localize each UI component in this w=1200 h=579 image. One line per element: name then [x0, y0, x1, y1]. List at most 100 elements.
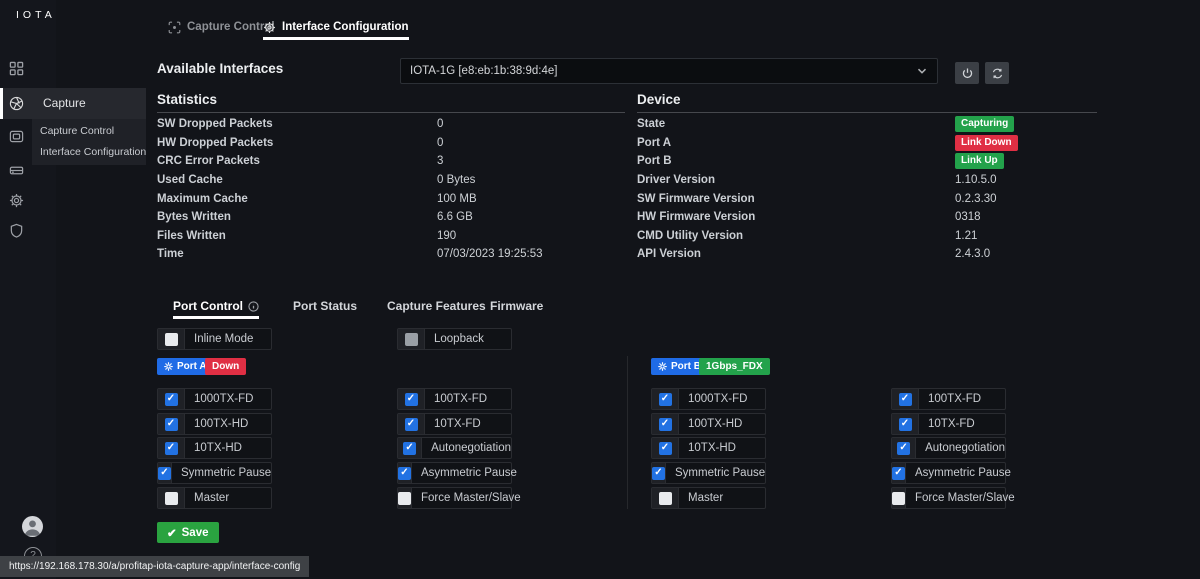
checkbox[interactable]: ✓	[398, 492, 411, 505]
stat-row: CRC Error Packets3	[157, 152, 625, 171]
checkbox[interactable]: ✓	[899, 393, 912, 406]
checkbox[interactable]: ✓	[405, 418, 418, 431]
active-indicator	[0, 88, 3, 119]
option-b-asymmetric-pause[interactable]: ✓Asymmetric Pause	[891, 462, 1006, 484]
check-icon: ✓	[405, 443, 413, 453]
save-button[interactable]: ✔ Save	[157, 522, 219, 543]
option-a-1000tx-fd[interactable]: ✓1000TX-FD	[157, 388, 272, 410]
stat-row: Bytes Written6.6 GB	[157, 208, 625, 227]
checkbox[interactable]: ✓	[405, 333, 418, 346]
check-icon: ✓	[400, 468, 408, 478]
storage-drive-icon[interactable]	[9, 163, 24, 178]
option-b-force-master-slave[interactable]: ✓Force Master/Slave	[891, 487, 1006, 509]
capture-aperture-icon	[9, 96, 24, 111]
option-a-symmetric-pause[interactable]: ✓Symmetric Pause	[157, 462, 272, 484]
submenu-item-capture-control[interactable]: Capture Control	[32, 121, 146, 142]
apps-grid-icon[interactable]	[9, 61, 24, 76]
interface-select[interactable]: IOTA-1G [e8:eb:1b:38:9d:4e]	[400, 58, 938, 84]
device-row: SW Firmware Version0.2.3.30	[637, 189, 1097, 208]
tab-capture-control[interactable]: Capture Control	[168, 17, 275, 37]
checkbox[interactable]: ✓	[165, 492, 178, 505]
option-b-10tx-fd[interactable]: ✓10TX-FD	[891, 413, 1006, 435]
checkbox[interactable]: ✓	[659, 393, 672, 406]
device-row: Driver Version1.10.5.0	[637, 171, 1097, 190]
check-icon: ✓	[167, 419, 175, 429]
option-b-1000tx-fd[interactable]: ✓1000TX-FD	[651, 388, 766, 410]
refresh-button[interactable]	[985, 62, 1009, 84]
device-row: API Version2.4.3.0	[637, 245, 1097, 264]
port-b-status-badge: 1Gbps_FDX	[699, 358, 770, 375]
check-icon: ✓	[901, 394, 909, 404]
tab-firmware[interactable]: Firmware	[490, 296, 543, 316]
check-icon: ✓	[160, 468, 168, 478]
tab-port-control[interactable]: Port Control	[173, 296, 259, 319]
check-icon: ✓	[407, 419, 415, 429]
option-a-force-master-slave[interactable]: ✓Force Master/Slave	[397, 487, 512, 509]
option-a-10tx-hd[interactable]: ✓10TX-HD	[157, 437, 272, 459]
check-icon: ✓	[654, 468, 662, 478]
option-loopback[interactable]: ✓ Loopback	[397, 328, 512, 350]
checkbox[interactable]: ✓	[165, 393, 178, 406]
tab-capture-features[interactable]: Capture Features	[387, 296, 486, 316]
option-a-autonegotiation[interactable]: ✓Autonegotiation	[397, 437, 512, 459]
option-a-asymmetric-pause[interactable]: ✓Asymmetric Pause	[397, 462, 512, 484]
app-window: IOTA	[0, 0, 1200, 579]
device-title: Device	[637, 92, 1097, 113]
link-preview-statusbar: https://192.168.178.30/a/profitap-iota-c…	[0, 556, 309, 577]
user-avatar[interactable]	[22, 516, 43, 537]
checkbox[interactable]: ✓	[659, 492, 672, 505]
checkbox[interactable]: ✓	[165, 442, 178, 455]
sidebar-item-capture[interactable]: Capture	[0, 88, 146, 119]
checkbox[interactable]: ✓	[165, 418, 178, 431]
screen-icon[interactable]	[9, 129, 24, 144]
checkbox[interactable]: ✓	[899, 418, 912, 431]
tab-port-status[interactable]: Port Status	[293, 296, 357, 316]
status-badge: Capturing	[955, 116, 1014, 132]
power-button[interactable]	[955, 62, 979, 84]
option-b-autonegotiation[interactable]: ✓Autonegotiation	[891, 437, 1006, 459]
ports-divider	[627, 356, 628, 509]
option-b-master[interactable]: ✓Master	[651, 487, 766, 509]
device-row: StateCapturing	[637, 115, 1097, 134]
check-icon: ✓	[661, 443, 669, 453]
checkbox[interactable]: ✓	[659, 418, 672, 431]
gear-icon	[658, 362, 667, 371]
option-b-100tx-fd[interactable]: ✓100TX-FD	[891, 388, 1006, 410]
capture-submenu: Capture Control Interface Configuration	[32, 119, 146, 165]
checkbox[interactable]: ✓	[403, 442, 416, 455]
check-icon: ✓	[407, 394, 415, 404]
security-shield-icon[interactable]	[9, 223, 24, 238]
checkbox[interactable]: ✓	[897, 442, 910, 455]
device-row: HW Firmware Version0318	[637, 208, 1097, 227]
checkbox[interactable]: ✓	[892, 467, 905, 480]
tab-interface-configuration[interactable]: Interface Configuration	[263, 17, 409, 40]
checkbox[interactable]: ✓	[158, 467, 171, 480]
check-icon: ✓	[901, 419, 909, 429]
flyout-title: Capture	[43, 88, 86, 119]
settings-gear-icon[interactable]	[9, 193, 24, 208]
stat-row: Files Written190	[157, 227, 625, 246]
status-badge: Link Down	[955, 135, 1018, 151]
option-a-100tx-hd[interactable]: ✓100TX-HD	[157, 413, 272, 435]
stat-row: SW Dropped Packets0	[157, 115, 625, 134]
checkbox[interactable]: ✓	[165, 333, 178, 346]
device-row: CMD Utility Version1.21	[637, 227, 1097, 246]
option-a-10tx-fd[interactable]: ✓10TX-FD	[397, 413, 512, 435]
check-icon: ✓	[167, 394, 175, 404]
option-inline-mode[interactable]: ✓ Inline Mode	[157, 328, 272, 350]
selected-interface: IOTA-1G [e8:eb:1b:38:9d:4e]	[410, 65, 916, 77]
device-row: Port BLink Up	[637, 152, 1097, 171]
option-a-master[interactable]: ✓Master	[157, 487, 272, 509]
option-b-symmetric-pause[interactable]: ✓Symmetric Pause	[651, 462, 766, 484]
device-row: Port ALink Down	[637, 134, 1097, 153]
option-b-100tx-hd[interactable]: ✓100TX-HD	[651, 413, 766, 435]
option-a-100tx-fd[interactable]: ✓100TX-FD	[397, 388, 512, 410]
option-b-10tx-hd[interactable]: ✓10TX-HD	[651, 437, 766, 459]
submenu-item-interface-configuration[interactable]: Interface Configuration	[32, 142, 146, 163]
checkbox[interactable]: ✓	[398, 467, 411, 480]
checkbox[interactable]: ✓	[652, 467, 665, 480]
check-icon: ✔	[167, 526, 177, 540]
checkbox[interactable]: ✓	[892, 492, 905, 505]
checkbox[interactable]: ✓	[405, 393, 418, 406]
checkbox[interactable]: ✓	[659, 442, 672, 455]
